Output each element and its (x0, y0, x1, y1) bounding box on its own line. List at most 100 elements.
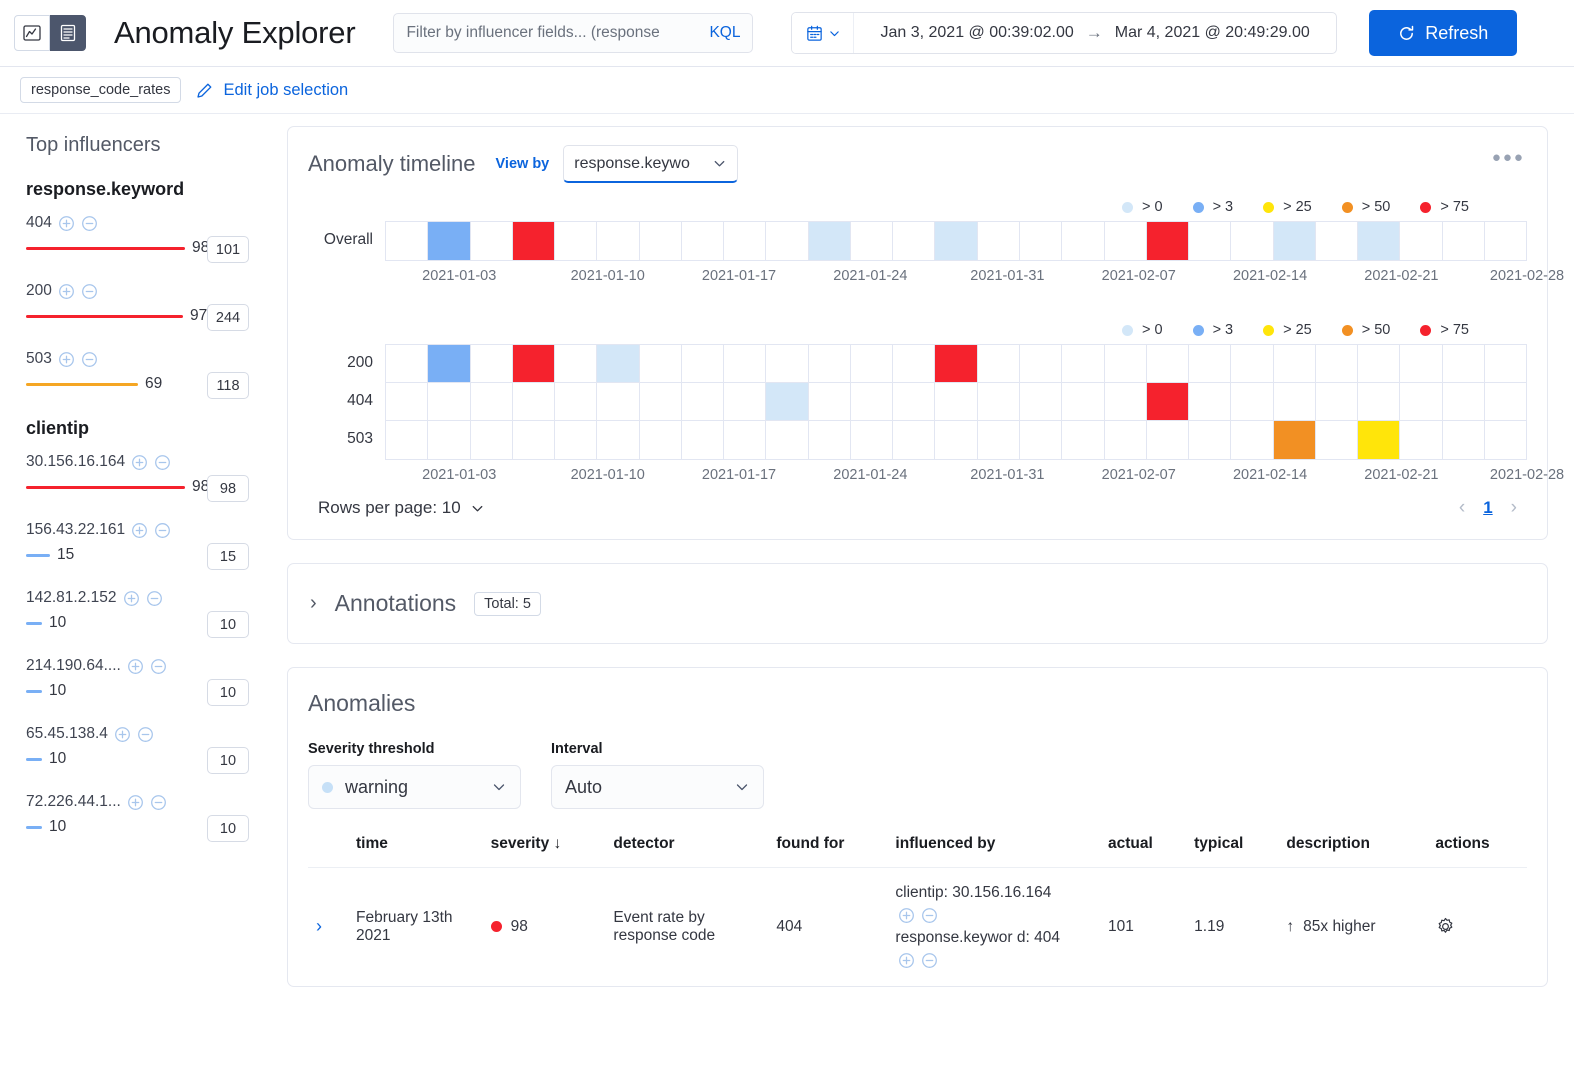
add-filter-icon[interactable] (58, 283, 75, 300)
anomalies-col-severity[interactable]: severity ↓ (482, 835, 606, 868)
swimlane-cell[interactable] (893, 345, 936, 382)
remove-filter-icon[interactable] (154, 522, 171, 539)
job-chip[interactable]: response_code_rates (20, 77, 182, 103)
overall-lane-grid[interactable] (385, 221, 1528, 261)
swimlane-cell[interactable] (808, 222, 851, 260)
swimlane-cell[interactable] (1189, 345, 1232, 382)
swimlane-cell[interactable] (1189, 421, 1232, 459)
swimlane-cell[interactable] (1443, 383, 1485, 420)
swimlane-cell[interactable] (471, 421, 513, 459)
anomalies-col-detector[interactable]: detector (605, 835, 769, 868)
swimlane-cell[interactable] (1443, 421, 1485, 459)
swimlane-cell[interactable] (935, 383, 978, 420)
swimlane-cell[interactable] (1020, 345, 1063, 382)
cell-actions[interactable] (1427, 868, 1527, 986)
swimlane-cell[interactable] (893, 383, 936, 420)
remove-filter-icon[interactable] (150, 658, 167, 675)
swimlane-cell[interactable] (640, 222, 682, 260)
swimlane-cell[interactable] (471, 383, 513, 420)
swimlane-cell[interactable] (724, 421, 767, 459)
swimlane-cell[interactable] (512, 345, 556, 382)
anomalies-col-influenced-by[interactable]: influenced by (887, 835, 1100, 868)
overall-swimlane[interactable]: Overall (308, 221, 1528, 261)
swimlane-cell[interactable] (1062, 222, 1105, 260)
swimlane-cell[interactable] (766, 421, 809, 459)
swimlane-cell[interactable] (640, 383, 682, 420)
anomalies-col-typical[interactable]: typical (1186, 835, 1279, 868)
rows-per-page-button[interactable]: Rows per page: 10 (318, 498, 485, 518)
swimlane-cell[interactable] (1105, 383, 1147, 420)
lane-row-404[interactable] (386, 383, 1528, 421)
panel-context-menu-icon[interactable]: ●●● (1492, 149, 1525, 166)
swimlane-cell[interactable] (428, 345, 471, 382)
anomalies-col-actual[interactable]: actual (1099, 835, 1187, 868)
table-icon[interactable] (50, 15, 86, 51)
remove-filter-icon[interactable] (81, 283, 98, 300)
swimlane-cell[interactable] (471, 222, 513, 260)
swimlane-cell[interactable] (682, 345, 725, 382)
swimlane-cell[interactable] (1062, 345, 1105, 382)
remove-filter-icon[interactable] (154, 454, 171, 471)
pagination-next-icon[interactable]: › (1511, 497, 1517, 519)
swimlane-cell[interactable] (555, 421, 598, 459)
add-filter-icon[interactable] (131, 454, 148, 471)
swimlane-cell[interactable] (386, 421, 429, 459)
swimlane-cell[interactable] (1062, 383, 1105, 420)
swimlane-cell[interactable] (724, 345, 767, 382)
swimlane-cell[interactable] (682, 383, 725, 420)
severity-threshold-select[interactable]: warning (308, 765, 521, 809)
swimlane-cell[interactable] (1020, 421, 1063, 459)
row-expand-icon[interactable]: › (316, 916, 322, 936)
pagination-page-1[interactable]: 1 (1483, 498, 1492, 518)
swimlane-cell[interactable] (386, 222, 429, 260)
influencer-item[interactable]: 156.43.22.161 15 15 (26, 521, 287, 570)
swimlane-cell[interactable] (428, 383, 471, 420)
swimlane-cell[interactable] (978, 383, 1020, 420)
swimlane-cell[interactable] (1273, 421, 1316, 459)
swimlane-cell[interactable] (1400, 345, 1443, 382)
swimlane-cell[interactable] (1231, 345, 1274, 382)
swimlane-cell[interactable] (851, 421, 894, 459)
remove-filter-icon[interactable] (146, 590, 163, 607)
swimlane-cell[interactable] (809, 383, 851, 420)
add-filter-icon[interactable] (127, 658, 144, 675)
swimlane-cell[interactable] (1147, 345, 1190, 382)
response-keyword-lane-grid[interactable] (385, 344, 1528, 460)
swimlane-cell[interactable] (1485, 421, 1528, 459)
swimlane-cell[interactable] (893, 421, 936, 459)
swimlane-cell[interactable] (1020, 222, 1063, 260)
swimlane-cell[interactable] (935, 222, 978, 260)
search-input[interactable]: Filter by influencer fields... (response… (393, 13, 754, 53)
swimlane-cell[interactable] (978, 421, 1020, 459)
influencer-item[interactable]: 72.226.44.1... 10 10 (26, 793, 287, 842)
swimlane-cell[interactable] (724, 222, 767, 260)
annotations-expand-icon[interactable]: › (310, 592, 317, 615)
swimlane-cell[interactable] (513, 383, 556, 420)
anomalies-col-time[interactable]: time (348, 835, 483, 868)
add-filter-icon[interactable] (123, 590, 140, 607)
swimlane-cell[interactable] (471, 345, 513, 382)
swimlane-cell[interactable] (1443, 345, 1485, 382)
line-chart-icon[interactable] (14, 15, 50, 51)
swimlane-cell[interactable] (1062, 421, 1105, 459)
swimlane-cell[interactable] (935, 421, 978, 459)
row-expand-cell[interactable]: › (308, 868, 348, 986)
pagination[interactable]: ‹ 1 › (1459, 497, 1517, 519)
remove-filter-icon[interactable] (81, 351, 98, 368)
swimlane-cell[interactable] (1485, 383, 1528, 420)
add-filter-icon[interactable] (58, 351, 75, 368)
swimlane-cell[interactable] (724, 383, 767, 420)
swimlane-cell[interactable] (1231, 383, 1274, 420)
remove-filter-icon[interactable] (921, 952, 938, 969)
add-filter-icon[interactable] (127, 794, 144, 811)
swimlane-cell[interactable] (1358, 345, 1401, 382)
add-filter-icon[interactable] (898, 952, 915, 969)
lane-row-503[interactable] (386, 421, 1528, 459)
edit-job-selection-button[interactable]: Edit job selection (195, 81, 348, 100)
swimlane-cell[interactable] (1189, 383, 1232, 420)
anomalies-col-actions[interactable]: actions (1427, 835, 1527, 868)
swimlane-cell[interactable] (386, 345, 429, 382)
swimlane-cell[interactable] (1231, 421, 1274, 459)
swimlane-cell[interactable] (1316, 222, 1359, 260)
influencer-item[interactable]: 214.190.64.... 10 10 (26, 657, 287, 706)
